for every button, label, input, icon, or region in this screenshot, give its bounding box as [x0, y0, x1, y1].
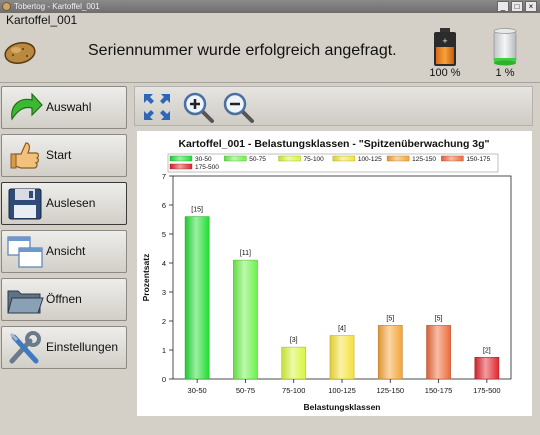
legend-label: 175-500 — [195, 164, 219, 171]
tools-icon — [9, 331, 41, 364]
legend-swatch — [441, 155, 464, 162]
bar-100-125 — [329, 335, 355, 380]
legend-swatch — [278, 155, 301, 162]
legend-label: 50-75 — [249, 156, 266, 163]
battery-gauge: + 100 % — [425, 27, 465, 79]
minimize-button[interactable]: _ — [497, 1, 509, 12]
x-tick-label: 125-150 — [377, 386, 405, 395]
legend-swatch — [169, 163, 193, 170]
device-label: Kartoffel_001 — [6, 13, 78, 27]
sidebar-item-label: Ansicht — [46, 244, 86, 258]
x-tick-label: 175-500 — [473, 386, 501, 395]
bar-175-500 — [474, 357, 500, 380]
x-tick-label: 100-125 — [328, 386, 356, 395]
memory-percent: 1 % — [495, 67, 515, 79]
app-icon — [2, 2, 11, 11]
data-label: [11] — [240, 250, 251, 257]
zoom-out-icon[interactable] — [221, 90, 255, 124]
legend-swatch — [386, 155, 410, 162]
sidebar-item-auslesen[interactable]: Auslesen — [1, 182, 127, 225]
y-tick-label: 3 — [162, 288, 166, 297]
data-label: [15] — [191, 207, 203, 214]
data-label: [4] — [338, 326, 346, 333]
chart-panel: Kartoffel_001 - Belastungsklassen - "Spi… — [137, 131, 532, 416]
maximize-button[interactable]: □ — [511, 1, 523, 12]
bar-30-50 — [184, 216, 210, 380]
potato-icon — [4, 41, 36, 65]
y-tick-label: 1 — [162, 346, 166, 355]
svg-text:+: + — [442, 36, 447, 46]
folder-icon — [7, 290, 44, 314]
sidebar-item-label: Start — [46, 148, 72, 162]
y-tick-label: 7 — [162, 172, 166, 181]
legend-label: 150-175 — [466, 156, 490, 163]
sidebar-item-label: Auslesen — [46, 196, 96, 210]
thumbs-up-icon — [10, 142, 39, 169]
sidebar-item-label: Einstellungen — [46, 340, 119, 354]
y-tick-label: 2 — [162, 317, 166, 326]
windows-icon — [7, 236, 43, 268]
window-titlebar: Tobertog - Kartoffel_001 _ □ × — [0, 0, 540, 13]
legend-swatch — [332, 155, 356, 162]
bar-150-175 — [426, 325, 451, 380]
x-tick-label: 30-50 — [188, 386, 207, 395]
legend-swatch — [169, 155, 193, 162]
y-tick-label: 0 — [162, 375, 166, 384]
chart-toolbar — [134, 86, 533, 126]
data-label: [3] — [290, 337, 298, 344]
arrow-icon — [11, 92, 43, 121]
data-label: [5] — [386, 315, 394, 322]
window-title: Tobertog - Kartoffel_001 — [14, 2, 100, 11]
y-tick-label: 4 — [162, 259, 166, 268]
bar-75-100 — [281, 346, 307, 380]
sidebar-item-einstellungen[interactable]: Einstellungen — [1, 326, 127, 369]
sidebar-item-ansicht[interactable]: Ansicht — [1, 230, 127, 273]
x-axis-label: Belastungsklassen — [303, 402, 380, 412]
close-button[interactable]: × — [525, 1, 537, 12]
data-label: [2] — [483, 347, 491, 354]
legend-label: 75-100 — [304, 156, 325, 163]
y-axis-label: Prozentsatz — [141, 254, 151, 302]
legend-label: 30-50 — [195, 156, 212, 163]
bar-125-150 — [377, 325, 403, 380]
header-divider — [0, 82, 540, 83]
zoom-in-icon[interactable] — [181, 90, 215, 124]
sidebar-item-auswahl[interactable]: Auswahl — [1, 86, 127, 129]
bar-chart: Kartoffel_001 - Belastungsklassen - "Spi… — [141, 138, 512, 412]
memory-icon — [493, 28, 517, 66]
sidebar-item-label: Auswahl — [46, 100, 92, 114]
memory-gauge: 1 % — [485, 27, 525, 79]
floppy-disk-icon — [8, 188, 42, 220]
chart-title: Kartoffel_001 - Belastungsklassen - "Spi… — [178, 138, 489, 150]
legend-label: 125-150 — [412, 156, 436, 163]
battery-icon: + — [434, 28, 456, 66]
bar-50-75 — [233, 259, 258, 380]
battery-percent: 100 % — [429, 67, 461, 79]
x-tick-label: 75-100 — [282, 386, 305, 395]
y-tick-label: 6 — [162, 201, 166, 210]
status-message: Seriennummer wurde erfolgreich angefragt… — [88, 42, 397, 59]
sidebar-item-label: Öffnen — [46, 292, 82, 306]
sidebar-item-oeffnen[interactable]: Öffnen — [1, 278, 127, 321]
x-tick-label: 50-75 — [236, 386, 255, 395]
y-tick-label: 5 — [162, 230, 166, 239]
legend-label: 100-125 — [358, 156, 382, 163]
legend-swatch — [224, 155, 247, 162]
sidebar-item-start[interactable]: Start — [1, 134, 127, 177]
data-label: [5] — [435, 315, 443, 322]
fit-view-icon[interactable] — [140, 90, 174, 124]
x-tick-label: 150-175 — [425, 386, 453, 395]
